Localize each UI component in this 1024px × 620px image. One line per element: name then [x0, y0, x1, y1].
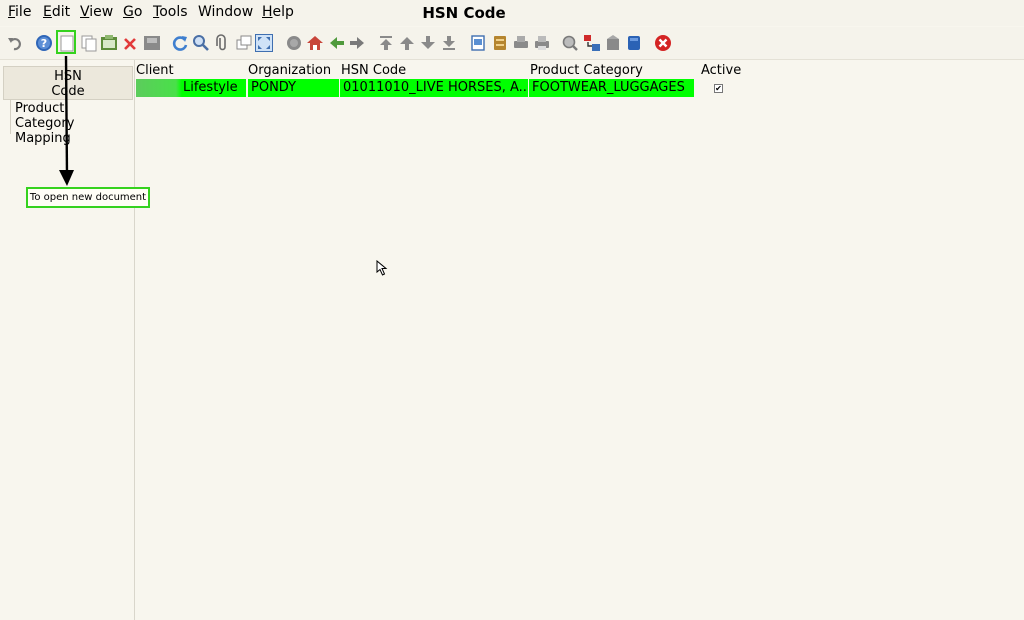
svg-text:?: ? [41, 37, 47, 50]
print-icon[interactable] [532, 33, 552, 53]
copy-icon[interactable] [79, 33, 99, 53]
report-icon[interactable] [468, 33, 488, 53]
help-icon[interactable]: ? [34, 33, 54, 53]
product-info-icon[interactable] [603, 33, 623, 53]
history-icon[interactable] [284, 33, 304, 53]
refresh-icon[interactable] [170, 33, 190, 53]
previous-record-icon[interactable] [397, 33, 417, 53]
window-title: HSN Code [422, 4, 506, 22]
first-record-icon[interactable] [376, 33, 396, 53]
cell-product-category[interactable]: FOOTWEAR_LUGGAGES [529, 79, 694, 97]
fullscreen-icon[interactable] [254, 33, 274, 53]
annotation-callout: To open new document [26, 187, 150, 208]
print-preview-icon[interactable] [511, 33, 531, 53]
delete-icon[interactable] [120, 33, 140, 53]
undo-icon[interactable] [5, 33, 25, 53]
column-header-hsn-code[interactable]: HSN Code [341, 63, 406, 78]
toolbar: ? [0, 27, 1024, 60]
cell-client[interactable]: Lifestyle [136, 79, 246, 97]
save-gray-icon[interactable] [142, 33, 162, 53]
save-icon[interactable] [99, 33, 119, 53]
find-icon[interactable] [191, 33, 211, 53]
next-record-icon[interactable] [418, 33, 438, 53]
home-icon[interactable] [305, 33, 325, 53]
column-header-active[interactable]: Active [701, 63, 741, 78]
column-header-organization[interactable]: Organization [248, 63, 331, 78]
application-window: File Edit View Go Tools Window Help HSN … [0, 0, 1024, 620]
archive-icon[interactable] [490, 33, 510, 53]
record-grid: Client Organization HSN Code Product Cat… [135, 62, 1024, 620]
zoom-across-icon[interactable] [560, 33, 580, 53]
cell-organization[interactable]: PONDY [248, 79, 339, 97]
new-button-highlight [56, 30, 76, 54]
back-icon[interactable] [327, 33, 347, 53]
forward-icon[interactable] [347, 33, 367, 53]
active-checkbox[interactable]: ✔ [714, 84, 723, 93]
close-window-icon[interactable] [653, 33, 673, 53]
request-icon[interactable] [582, 33, 602, 53]
menu-bar: File Edit View Go Tools Window Help HSN … [0, 0, 1024, 26]
workflow-icon[interactable] [624, 33, 644, 53]
last-record-icon[interactable] [439, 33, 459, 53]
cell-hsn-code[interactable]: 01011010_LIVE HORSES, A... [340, 79, 528, 97]
annotation-arrow [59, 55, 74, 186]
column-header-product-category[interactable]: Product Category [530, 63, 643, 78]
multi-window-icon[interactable] [234, 33, 254, 53]
attachment-icon[interactable] [212, 33, 232, 53]
mouse-cursor-icon [376, 260, 388, 276]
column-header-client[interactable]: Client [136, 63, 174, 78]
